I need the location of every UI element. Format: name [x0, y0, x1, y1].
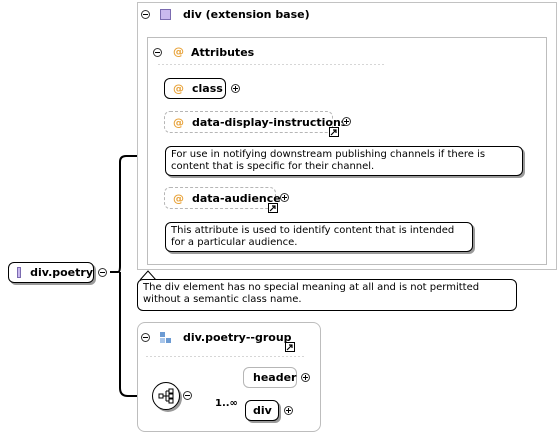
attributes-collapse-toggle[interactable]	[153, 48, 162, 57]
attribute-at-icon: @	[173, 191, 184, 205]
element-icon	[17, 267, 22, 278]
attribute-at-icon: @	[173, 82, 184, 95]
expand-data-display-instructions-toggle[interactable]	[342, 117, 351, 126]
choice-compositor-icon[interactable]	[152, 382, 180, 410]
expand-class-toggle[interactable]	[231, 84, 240, 93]
root-collapse-toggle[interactable]	[98, 268, 107, 277]
root-element-label: div.poetry	[30, 266, 93, 279]
group-icon	[160, 332, 172, 344]
attribute-name: class	[192, 82, 223, 95]
element-name: header	[253, 371, 297, 384]
data-audience-note: This attribute is used to identify conte…	[165, 222, 473, 252]
expand-data-audience-toggle[interactable]	[280, 193, 289, 202]
div-cardinality: 1..∞	[215, 398, 238, 409]
attribute-at-icon: @	[173, 115, 184, 129]
group-collapse-toggle[interactable]	[141, 333, 150, 342]
attribute-name: data-display-instructions	[192, 115, 348, 129]
attributes-separator	[158, 64, 384, 65]
expand-header-toggle[interactable]	[301, 373, 310, 382]
extension-title: div (extension base)	[183, 8, 310, 21]
root-element-div-poetry[interactable]: div.poetry	[8, 262, 94, 283]
element-div[interactable]: div	[245, 400, 279, 421]
reference-arrow-icon[interactable]	[329, 127, 339, 137]
attributes-title: Attributes	[191, 46, 255, 59]
element-header[interactable]: header	[243, 367, 297, 388]
extension-collapse-toggle[interactable]	[141, 10, 150, 19]
element-name: div	[253, 404, 272, 417]
reference-arrow-icon[interactable]	[285, 342, 295, 352]
element-icon	[160, 9, 171, 20]
data-display-instructions-note: For use in notifying downstream publishi…	[165, 146, 523, 176]
attribute-data-audience[interactable]: @ data-audience	[164, 187, 281, 209]
reference-arrow-icon[interactable]	[268, 203, 278, 213]
expand-div-toggle[interactable]	[284, 406, 293, 415]
attribute-data-display-instructions[interactable]: @ data-display-instructions	[164, 111, 347, 133]
group-title: div.poetry--group	[183, 331, 292, 344]
extension-note: The div element has no special meaning a…	[137, 279, 517, 311]
choice-collapse-toggle[interactable]	[183, 391, 192, 400]
attribute-at-icon: @	[173, 45, 184, 58]
group-separator	[146, 356, 306, 357]
attribute-class[interactable]: @ class	[164, 78, 226, 99]
